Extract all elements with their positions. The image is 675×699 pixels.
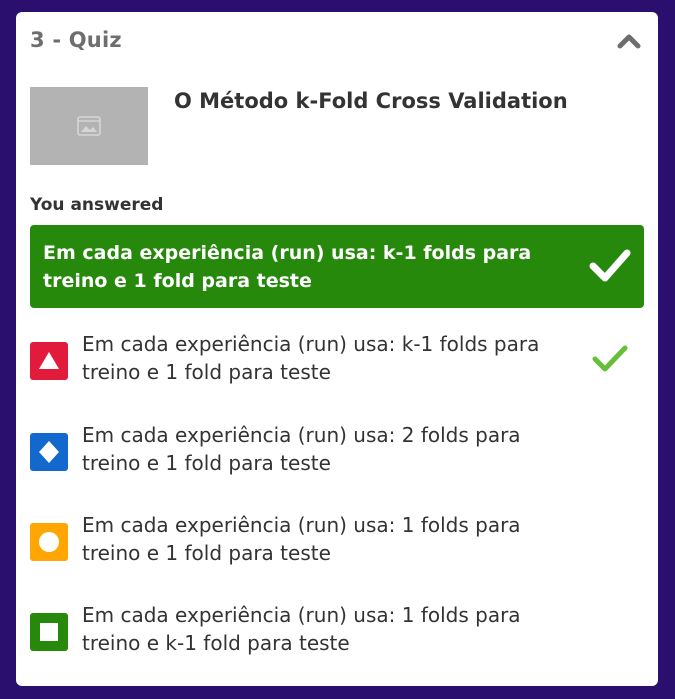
selected-answer-text: Em cada experiência (run) usa: k-1 folds… xyxy=(43,242,532,292)
you-answered-label: You answered xyxy=(30,195,164,215)
quiz-card: 3 - Quiz O Método k-Fold Cross Validatio… xyxy=(16,12,658,686)
correct-check-icon xyxy=(592,345,628,372)
answer-option-4: Em cada experiência (run) usa: 1 folds p… xyxy=(30,601,644,661)
quiz-title: 3 - Quiz xyxy=(30,28,122,52)
circle-icon xyxy=(30,523,68,561)
answer-option-1: Em cada experiência (run) usa: k-1 folds… xyxy=(30,330,644,390)
collapse-button[interactable] xyxy=(614,26,644,56)
answer-option-text: Em cada experiência (run) usa: 1 folds p… xyxy=(82,603,521,655)
answer-option-text: Em cada experiência (run) usa: 1 folds p… xyxy=(82,513,521,565)
triangle-icon xyxy=(30,342,68,380)
answer-option-text: Em cada experiência (run) usa: k-1 folds… xyxy=(82,332,540,384)
diamond-icon xyxy=(30,433,68,471)
question-title: O Método k-Fold Cross Validation xyxy=(174,89,568,113)
quiz-header: 3 - Quiz xyxy=(30,26,644,56)
answer-option-2: Em cada experiência (run) usa: 2 folds p… xyxy=(30,421,644,481)
answer-option-text: Em cada experiência (run) usa: 2 folds p… xyxy=(82,423,521,475)
check-icon xyxy=(589,249,631,282)
chevron-up-icon xyxy=(617,34,641,49)
question-thumbnail xyxy=(30,87,148,165)
answer-option-3: Em cada experiência (run) usa: 1 folds p… xyxy=(30,511,644,571)
image-placeholder-icon xyxy=(77,116,101,136)
selected-answer-banner: Em cada experiência (run) usa: k-1 folds… xyxy=(30,225,644,308)
square-icon xyxy=(30,613,68,651)
